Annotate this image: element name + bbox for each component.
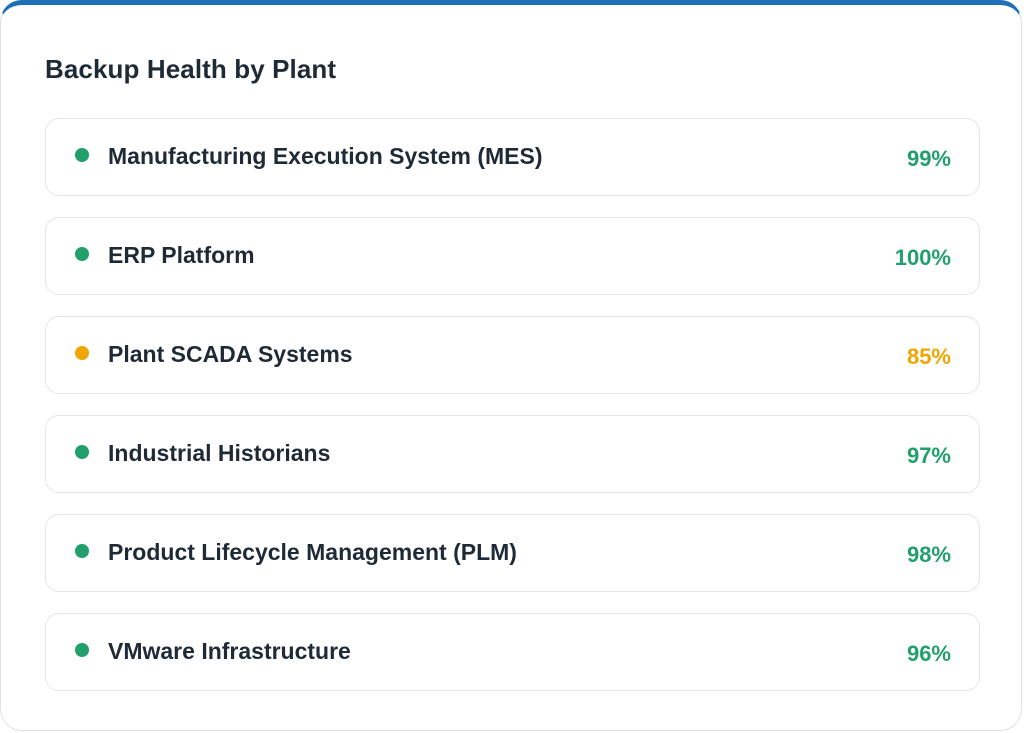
health-percentage: 100% — [894, 245, 951, 270]
status-dot-icon — [75, 247, 89, 261]
health-percentage: 98% — [906, 542, 951, 567]
card-title: Backup Health by Plant — [45, 54, 337, 84]
list-item[interactable]: Manufacturing Execution System (MES) 99% — [45, 118, 980, 196]
health-percentage: 97% — [906, 443, 951, 468]
list-item[interactable]: Plant SCADA Systems 85% — [45, 316, 980, 394]
status-dot-icon — [75, 346, 89, 360]
status-dot-icon — [75, 643, 89, 657]
list-item[interactable]: Product Lifecycle Management (PLM) 98% — [45, 514, 980, 592]
health-percentage: 85% — [906, 344, 951, 369]
list-item[interactable]: ERP Platform 100% — [45, 217, 980, 295]
system-name: VMware Infrastructure — [108, 638, 351, 664]
status-dot-icon — [75, 445, 89, 459]
plant-health-list: Manufacturing Execution System (MES) 99%… — [45, 118, 980, 691]
system-name: Plant SCADA Systems — [108, 341, 353, 367]
system-name: Manufacturing Execution System (MES) — [108, 143, 543, 169]
list-item[interactable]: VMware Infrastructure 96% — [45, 613, 980, 691]
list-item[interactable]: Industrial Historians 97% — [45, 415, 980, 493]
system-name: ERP Platform — [108, 242, 255, 268]
system-name: Industrial Historians — [108, 440, 331, 466]
status-dot-icon — [75, 544, 89, 558]
backup-health-card: Backup Health by Plant Manufacturing Exe… — [0, 0, 1022, 731]
health-percentage: 99% — [906, 146, 951, 171]
health-percentage: 96% — [906, 641, 951, 666]
status-dot-icon — [75, 148, 89, 162]
system-name: Product Lifecycle Management (PLM) — [108, 539, 517, 565]
